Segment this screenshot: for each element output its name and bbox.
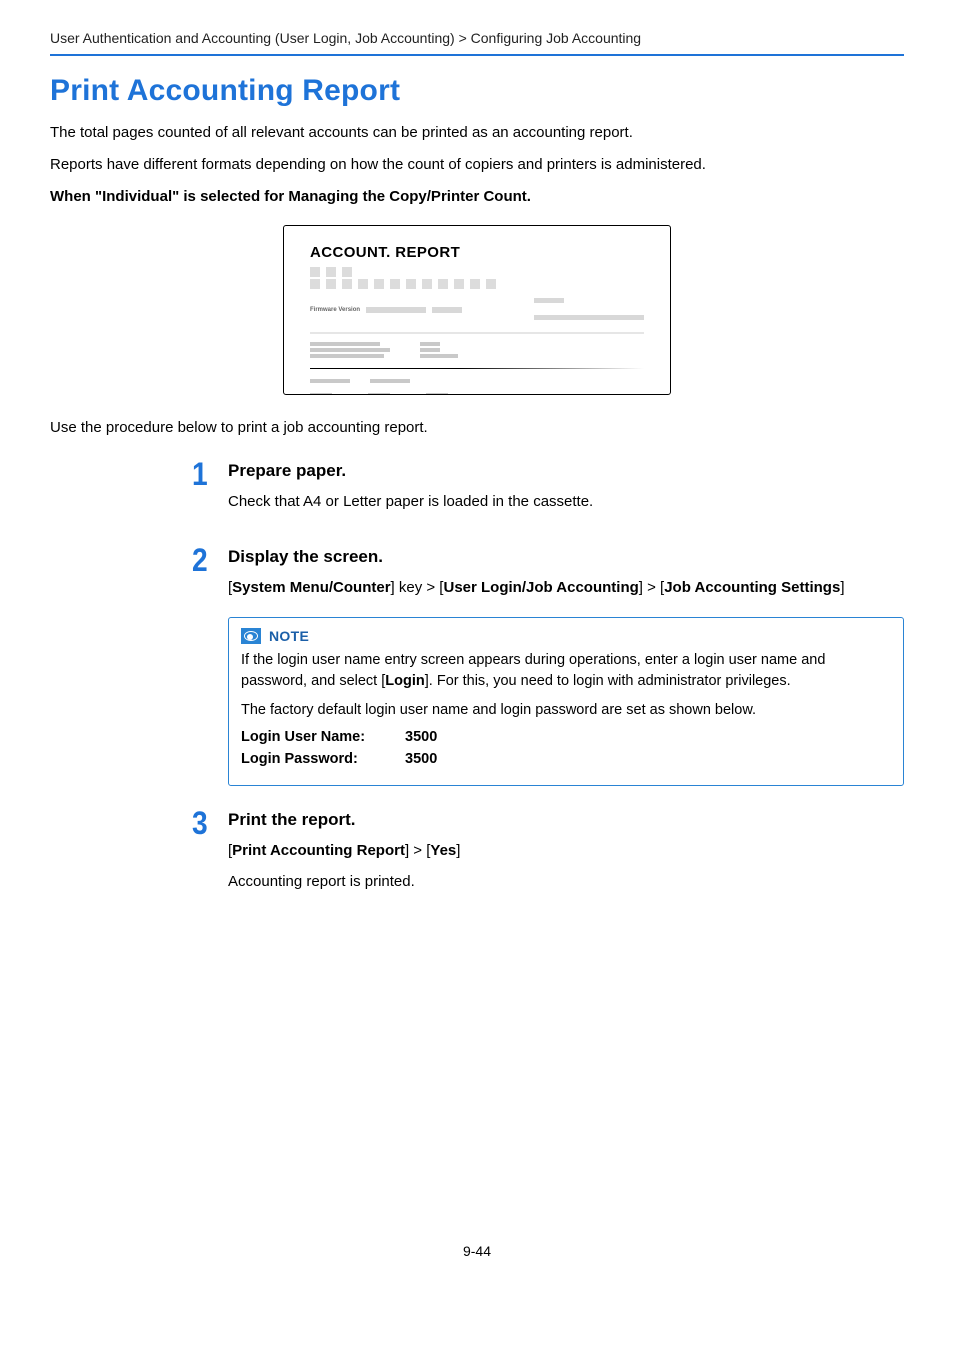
stub bbox=[432, 307, 462, 313]
stub-row bbox=[310, 377, 644, 385]
page-title: Print Accounting Report bbox=[50, 74, 904, 108]
note-line-1: If the login user name entry screen appe… bbox=[241, 650, 891, 692]
page-number: 9-44 bbox=[50, 1243, 904, 1259]
step-2-title: Display the screen. bbox=[228, 547, 904, 567]
stub-block bbox=[438, 279, 448, 289]
note-label: NOTE bbox=[269, 628, 309, 644]
stub-block bbox=[470, 279, 480, 289]
divider bbox=[310, 368, 644, 369]
condition-heading: When "Individual" is selected for Managi… bbox=[50, 186, 904, 208]
stub-block bbox=[326, 279, 336, 289]
intro-text-1: The total pages counted of all relevant … bbox=[50, 122, 904, 144]
report-preview: ACCOUNT. REPORT Firmware Version bbox=[283, 225, 671, 395]
step-2-path: [System Menu/Counter] key > [User Login/… bbox=[228, 577, 904, 599]
stub-row bbox=[310, 279, 644, 289]
report-preview-title: ACCOUNT. REPORT bbox=[310, 244, 644, 261]
stub-block bbox=[310, 267, 320, 277]
step-1-text: Check that A4 or Letter paper is loaded … bbox=[228, 491, 904, 513]
stub-block bbox=[326, 267, 336, 277]
accent-divider bbox=[50, 54, 904, 56]
step-3: 3 Print the report. [Print Accounting Re… bbox=[50, 808, 904, 904]
note-box: NOTE If the login user name entry screen… bbox=[228, 617, 904, 786]
stub-block bbox=[310, 279, 320, 289]
stub-block bbox=[390, 279, 400, 289]
stub-block bbox=[342, 267, 352, 277]
stub-block bbox=[406, 279, 416, 289]
login-user-label: Login User Name: bbox=[241, 729, 401, 745]
stub-block bbox=[422, 279, 432, 289]
note-icon bbox=[241, 628, 261, 644]
step-3-trail: Accounting report is printed. bbox=[228, 871, 904, 893]
note-header: NOTE bbox=[241, 628, 891, 644]
stub bbox=[534, 292, 644, 326]
login-user-value: 3500 bbox=[405, 729, 437, 745]
report-preview-container: ACCOUNT. REPORT Firmware Version bbox=[50, 225, 904, 395]
stub-block bbox=[454, 279, 464, 289]
firmware-row: Firmware Version bbox=[310, 301, 462, 318]
stub-row bbox=[310, 267, 644, 277]
steps-list: 1 Prepare paper. Check that A4 or Letter… bbox=[50, 459, 904, 903]
note-line-2: The factory default login user name and … bbox=[241, 700, 891, 721]
step-3-title: Print the report. bbox=[228, 810, 904, 830]
firmware-label: Firmware Version bbox=[310, 307, 360, 313]
step-number: 1 bbox=[172, 459, 207, 489]
login-pass-label: Login Password: bbox=[241, 751, 401, 767]
step-number: 3 bbox=[172, 808, 207, 838]
divider bbox=[310, 332, 644, 334]
stub-block bbox=[358, 279, 368, 289]
stub-row bbox=[310, 391, 644, 395]
breadcrumb: User Authentication and Accounting (User… bbox=[50, 30, 904, 46]
intro-text-2: Reports have different formats depending… bbox=[50, 154, 904, 176]
stub-block bbox=[374, 279, 384, 289]
stub-row bbox=[310, 340, 644, 360]
stub bbox=[366, 307, 426, 313]
step-1: 1 Prepare paper. Check that A4 or Letter… bbox=[50, 459, 904, 523]
login-pass-value: 3500 bbox=[405, 751, 437, 767]
stub-block bbox=[342, 279, 352, 289]
login-defaults: Login User Name: 3500 Login Password: 35… bbox=[241, 729, 891, 767]
step-1-title: Prepare paper. bbox=[228, 461, 904, 481]
step-3-path: [Print Accounting Report] > [Yes] bbox=[228, 840, 904, 862]
step-number: 2 bbox=[172, 545, 207, 575]
step-2: 2 Display the screen. [System Menu/Count… bbox=[50, 545, 904, 786]
stub-block bbox=[486, 279, 496, 289]
procedure-intro: Use the procedure below to print a job a… bbox=[50, 417, 904, 439]
